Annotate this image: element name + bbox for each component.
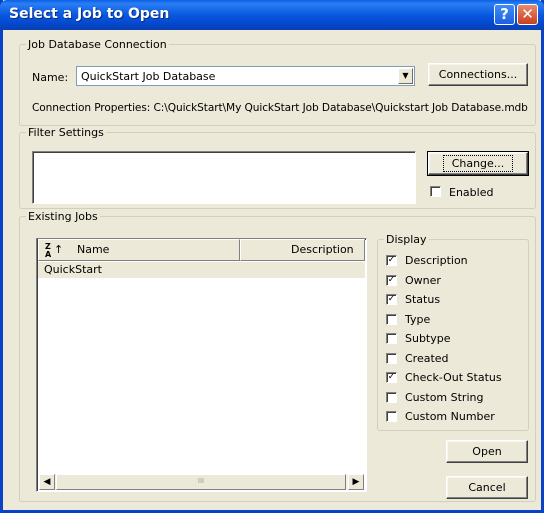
database-select-value: QuickStart Job Database	[81, 70, 216, 83]
dialog-title: Select a Job to Open	[9, 6, 170, 22]
enabled-checkbox-box[interactable]	[430, 186, 441, 197]
cancel-button[interactable]: Cancel	[446, 476, 528, 499]
display-option-subtype-checkbox[interactable]	[386, 333, 397, 344]
display-option-custom-number-checkbox[interactable]	[386, 411, 397, 422]
job-name-cell: QuickStart	[44, 263, 102, 276]
display-option-type-checkbox[interactable]	[386, 314, 397, 325]
display-option-created-label: Created	[405, 352, 449, 365]
filter-settings-legend: Filter Settings	[28, 126, 104, 139]
column-header-description[interactable]: Description	[240, 239, 365, 261]
column-header-description-label: Description	[291, 243, 354, 256]
scroll-left-button[interactable]: ◀	[39, 474, 55, 490]
display-option-checkout-status-checkbox[interactable]: ✓	[386, 372, 397, 383]
display-option-type-label: Type	[405, 313, 431, 326]
scroll-left-icon: ◀	[43, 477, 51, 487]
close-icon: ✕	[521, 5, 534, 23]
display-options-legend: Display	[386, 233, 427, 246]
sort-arrow-icon: ↑	[54, 243, 64, 256]
display-option-created-checkbox[interactable]	[386, 353, 397, 364]
table-row[interactable]: QuickStart	[38, 262, 365, 278]
display-option-checkout-status-label: Check-Out Status	[405, 371, 502, 384]
horizontal-scrollbar[interactable]: ◀ III ▶	[39, 474, 364, 490]
scroll-right-icon: ▶	[352, 477, 360, 487]
display-option-owner-checkbox[interactable]: ✓	[386, 275, 397, 286]
connections-button[interactable]: Connections...	[428, 63, 528, 86]
display-option-subtype-label: Subtype	[405, 332, 451, 345]
close-button[interactable]: ✕	[517, 4, 538, 25]
change-filter-button[interactable]: Change...	[427, 151, 529, 176]
name-label: Name:	[32, 71, 69, 84]
filter-settings-box	[32, 151, 416, 204]
existing-jobs-legend: Existing Jobs	[28, 210, 98, 223]
display-option-description-checkbox[interactable]: ✓	[386, 255, 397, 266]
jobs-list[interactable]: ZA ↑ Name Description QuickStart ◀ III ▶	[36, 238, 367, 492]
connection-properties-text: Connection Properties: C:\QuickStart\My …	[32, 102, 528, 114]
change-filter-label: Change...	[442, 155, 514, 172]
display-option-custom-number-label: Custom Number	[405, 410, 495, 423]
display-option-status-checkbox[interactable]: ✓	[386, 294, 397, 305]
job-database-connection-legend: Job Database Connection	[28, 38, 167, 51]
display-option-description-label: Description	[405, 254, 468, 267]
scroll-right-button[interactable]: ▶	[348, 474, 364, 490]
help-icon: ?	[500, 5, 509, 23]
display-option-status-label: Status	[405, 293, 441, 306]
title-bar[interactable]: Select a Job to Open ? ✕	[0, 0, 544, 30]
enabled-checkbox[interactable]: Enabled	[430, 185, 520, 201]
column-header-name-label: Name	[77, 243, 110, 256]
scroll-thumb[interactable]: III	[56, 474, 346, 490]
scroll-grip-icon: III	[197, 477, 205, 485]
help-button[interactable]: ?	[494, 4, 515, 25]
display-options-list: ✓ Description ✓ Owner ✓ Status Type Subt…	[386, 253, 526, 429]
select-job-dialog: Select a Job to Open ? ✕ Job Database Co…	[0, 0, 544, 513]
enabled-checkbox-label: Enabled	[449, 186, 494, 199]
display-option-custom-string-label: Custom String	[405, 391, 484, 404]
sort-descending-icon: ZA	[45, 242, 52, 259]
display-option-owner-label: Owner	[405, 274, 441, 287]
display-option-custom-string-checkbox[interactable]	[386, 392, 397, 403]
column-header-name[interactable]: ZA ↑ Name	[38, 239, 240, 261]
chevron-down-icon[interactable]: ▼	[398, 68, 413, 84]
database-select[interactable]: QuickStart Job Database ▼	[76, 66, 415, 86]
open-button[interactable]: Open	[446, 440, 528, 463]
